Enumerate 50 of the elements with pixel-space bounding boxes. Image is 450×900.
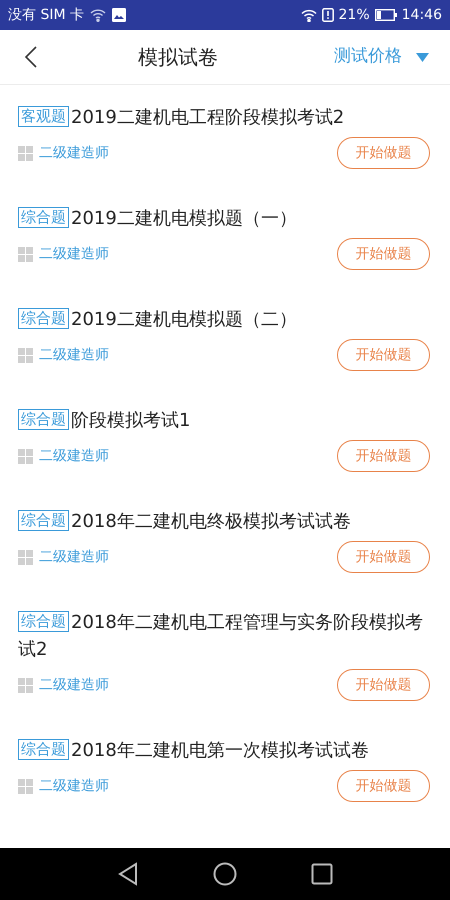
start-button[interactable]: 开始做题 (337, 339, 430, 371)
question-type-tag: 综合题 (18, 611, 69, 632)
dropdown-caret-icon[interactable] (416, 52, 429, 62)
clock-time: 14:46 (402, 6, 442, 24)
category-label: 二级建造师 (39, 244, 109, 264)
recents-icon[interactable] (311, 863, 333, 885)
start-button[interactable]: 开始做题 (337, 669, 430, 701)
start-button[interactable]: 开始做题 (337, 137, 430, 169)
category-label: 二级建造师 (39, 144, 109, 162)
paper-title[interactable]: 综合题 2019二建机电模拟题（一） (18, 205, 297, 232)
paper-title[interactable]: 综合题 2018年二建机电第一次模拟考试试卷 (18, 737, 369, 764)
paper-title[interactable]: 客观题 2019二建机电工程阶段模拟考试2 (18, 104, 344, 131)
back-icon[interactable] (24, 45, 38, 69)
grid-icon (18, 678, 33, 692)
question-type-tag: 综合题 (18, 308, 69, 329)
question-type-tag: 综合题 (18, 409, 69, 430)
paper-title[interactable]: 综合题 阶段模拟考试1 (18, 407, 190, 434)
wifi-icon (300, 8, 317, 22)
category-label: 二级建造师 (39, 346, 109, 364)
grid-icon (18, 246, 33, 262)
page-title: 模拟试卷 (138, 44, 218, 71)
grid-icon (18, 550, 33, 564)
paper-title[interactable]: 综合题 2018年二建机电工程管理与实务阶段模拟考试2 (18, 609, 432, 663)
battery-icon (374, 9, 397, 21)
question-type-tag: 综合题 (18, 510, 69, 531)
price-filter[interactable]: 测试价格 (334, 44, 402, 70)
start-button[interactable]: 开始做题 (337, 440, 430, 472)
grid-icon (18, 348, 33, 362)
back-icon[interactable] (117, 862, 139, 886)
battery-percent: 21% (338, 6, 370, 24)
paper-title[interactable]: 综合题 2019二建机电模拟题（二） (18, 306, 297, 333)
category-label: 二级建造师 (39, 548, 109, 566)
category-label: 二级建造师 (39, 676, 109, 694)
grid-icon (18, 146, 33, 160)
question-type-tag: 客观题 (18, 106, 69, 127)
carrier-text: 没有 SIM 卡 (8, 6, 84, 24)
paper-title[interactable]: 综合题 2018年二建机电终极模拟考试试卷 (18, 508, 351, 535)
start-button[interactable]: 开始做题 (337, 541, 430, 573)
image-icon (112, 8, 126, 22)
grid-icon (18, 448, 33, 464)
question-type-tag: 综合题 (18, 207, 69, 228)
start-button[interactable]: 开始做题 (337, 770, 430, 802)
grid-icon (18, 778, 33, 794)
wifi-icon (90, 8, 106, 22)
question-type-tag: 综合题 (18, 739, 69, 760)
category-label: 二级建造师 (39, 776, 109, 796)
start-button[interactable]: 开始做题 (337, 238, 430, 270)
category-label: 二级建造师 (39, 446, 109, 466)
battery-saver-icon (322, 8, 334, 22)
home-icon[interactable] (213, 862, 237, 886)
